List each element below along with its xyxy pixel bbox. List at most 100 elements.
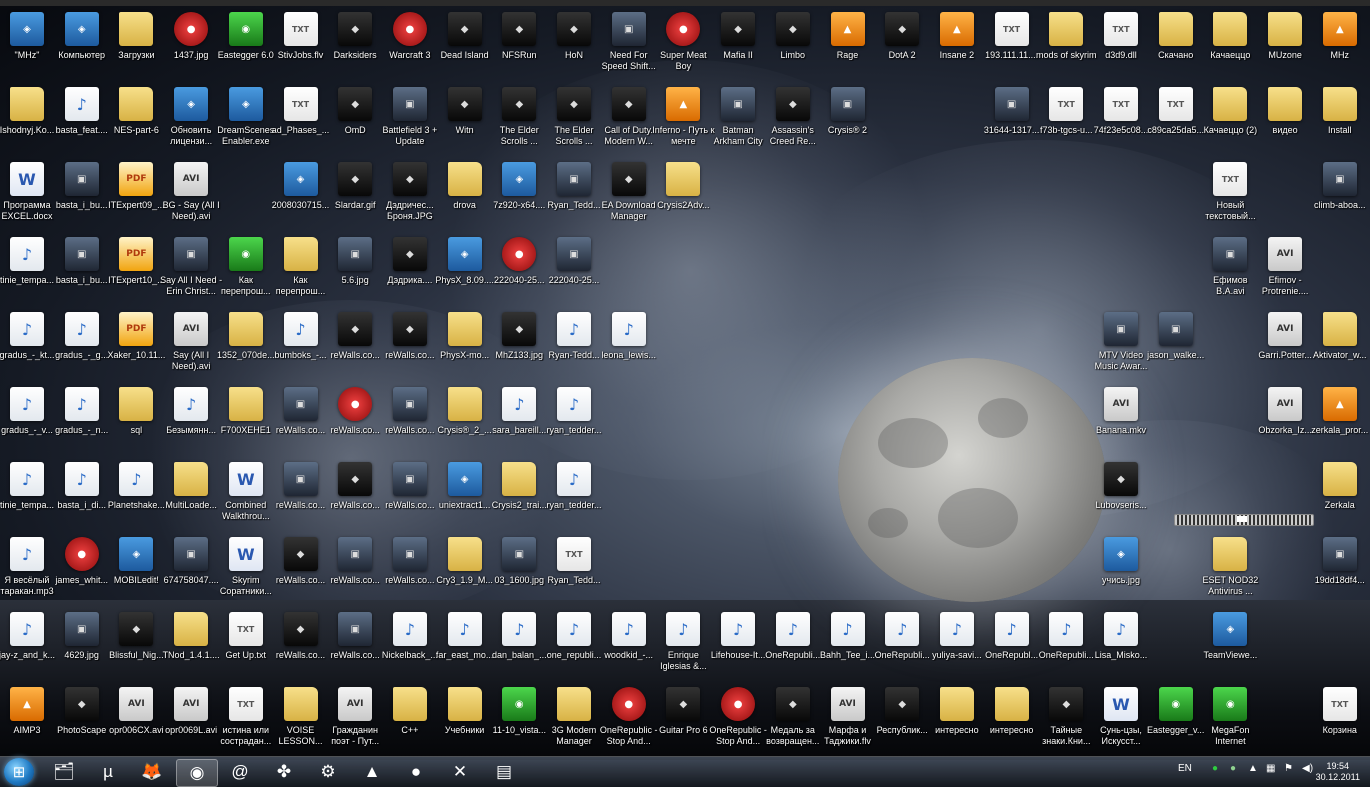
image-icon: ▣	[338, 612, 373, 646]
speaker-icon[interactable]: ◀)	[1302, 763, 1313, 774]
video-icon: ●	[721, 687, 756, 721]
desktop-icon[interactable]: ◆ Lubovseris...	[1089, 462, 1153, 536]
image-icon: ●	[174, 12, 209, 46]
folder-icon	[228, 387, 263, 421]
folder-icon	[119, 387, 154, 421]
desktop-icon-label: climb-aboa...	[1314, 200, 1366, 210]
music-file-icon: ♪	[392, 612, 427, 646]
explorer-icon[interactable]: 🗂	[44, 759, 84, 785]
clock[interactable]: 19:54 30.12.2011	[1316, 761, 1360, 783]
game-icon: ◆	[611, 87, 646, 121]
desktop-icon-label: Aktivator_w...	[1313, 350, 1367, 360]
laptop-icon: ◈	[228, 87, 263, 121]
wallpaper-moon	[838, 358, 1106, 602]
desktop-icon[interactable]: AVI Efimov - Protrenie....	[1253, 237, 1317, 311]
image-icon: ◆	[283, 612, 318, 646]
desktop-icon[interactable]: AVI Banana.mkv	[1089, 387, 1153, 461]
desktop-icon[interactable]: ♪ ryan_tedder...	[542, 387, 606, 461]
desktop-icon[interactable]: ▣ Crysis® 2	[816, 87, 880, 161]
desktop-icon[interactable]: ♪ Lisa_Misko...	[1089, 612, 1153, 686]
folder-icon[interactable]: ▤	[484, 759, 524, 785]
volume-widget[interactable]	[1174, 514, 1314, 526]
folder-icon	[283, 237, 318, 271]
image-icon: ▣	[1322, 537, 1357, 571]
desktop-icon[interactable]: ▣ 19dd18df4...	[1308, 537, 1370, 611]
game-icon: ◆	[721, 12, 756, 46]
utorrent-icon[interactable]: µ	[88, 759, 128, 785]
music-file-icon: ♪	[10, 537, 44, 571]
desktop-icon[interactable]: AVI BG - Say (All I Need).avi	[159, 162, 223, 236]
music-file-icon: ♪	[1049, 612, 1084, 646]
desktop-icon[interactable]: Zerkala	[1308, 462, 1370, 536]
desktop-icon[interactable]: TXT Корзина	[1308, 687, 1370, 761]
folder-icon	[1213, 537, 1248, 571]
tray-icon[interactable]: ▲	[1248, 763, 1258, 774]
desktop-icon[interactable]: ▣ climb-aboa...	[1308, 162, 1370, 236]
pdf-icon: PDF	[119, 162, 154, 196]
tray-icon[interactable]: ●	[1212, 763, 1218, 774]
game-icon: ◆	[338, 87, 373, 121]
opera-icon[interactable]: ●	[396, 759, 436, 785]
desktop-icon[interactable]: TXT Новый текстовый...	[1198, 162, 1262, 236]
video-icon: ▲	[1322, 387, 1357, 421]
folder-icon	[1268, 12, 1303, 46]
puzzle-icon[interactable]: ✤	[264, 759, 304, 785]
desktop-icon[interactable]: ♪ ryan_tedder...	[542, 462, 606, 536]
recycle-bin-icon: TXT	[1322, 687, 1357, 721]
language-indicator[interactable]: EN	[1178, 763, 1192, 774]
folder-icon	[1158, 12, 1193, 46]
image-icon: ◆	[502, 312, 537, 346]
folder-icon	[1322, 87, 1357, 121]
chrome-icon[interactable]: ◉	[176, 759, 218, 787]
volume-knob[interactable]	[1237, 516, 1247, 522]
video-icon: ◆	[775, 687, 810, 721]
desktop-icon[interactable]: ◉ MegaFon Internet	[1198, 687, 1262, 761]
desktop-icon[interactable]: Install	[1308, 87, 1370, 161]
word-doc-icon: W	[1104, 687, 1138, 721]
desktop-icon-label: Lisa_Misko...	[1094, 650, 1148, 660]
flag-icon[interactable]: ⚑	[1284, 763, 1293, 774]
desktop-icon[interactable]: ◈ TeamViewe...	[1198, 612, 1262, 686]
desktop-icon[interactable]: ▲ MHz	[1308, 12, 1370, 86]
desktop-icon[interactable]: ▣ 222040-25...	[542, 237, 606, 311]
network-icon[interactable]: ▦	[1266, 763, 1275, 774]
desktop-icon[interactable]: ▣ jason_walke...	[1144, 312, 1208, 386]
desktop-icon[interactable]: ▲ zerkala_pror...	[1308, 387, 1370, 461]
image-icon: ▣	[64, 237, 99, 271]
folder-icon	[502, 462, 537, 496]
desktop-icon[interactable]: ◈ учись.jpg	[1089, 537, 1153, 611]
mail-agent-icon[interactable]: @	[220, 759, 260, 785]
file-icon: TXT	[1104, 87, 1138, 121]
music-file-icon: ♪	[64, 87, 99, 121]
media-icon[interactable]: ⚙	[308, 759, 348, 785]
desktop-icon[interactable]: Crysis2Adv...	[651, 162, 715, 236]
desktop-icon[interactable]: ESET NOD32 Antivirus ...	[1198, 537, 1262, 611]
music-file-icon: ♪	[10, 612, 44, 646]
image-icon: ◆	[392, 312, 427, 346]
desktop-icon[interactable]: ♪ leona_lewis...	[597, 312, 661, 386]
folder-icon	[174, 462, 209, 496]
desktop-icon[interactable]: Aktivator_w...	[1308, 312, 1370, 386]
folder-icon	[1268, 87, 1303, 121]
tray-icon[interactable]: ●	[1230, 763, 1236, 774]
folder-icon	[1322, 312, 1357, 346]
video-icon: AVI	[119, 687, 154, 721]
video-icon: AVI	[174, 162, 209, 196]
desktop-icon[interactable]: TXT Ryan_Tedd...	[542, 537, 606, 611]
music-file-icon: ♪	[447, 612, 482, 646]
image-icon: ▣	[64, 612, 99, 646]
video-icon: AVI	[174, 687, 209, 721]
music-file-icon: ♪	[64, 387, 99, 421]
xfire-icon[interactable]: ✕	[440, 759, 480, 785]
music-file-icon: ♪	[939, 612, 974, 646]
aimp-icon[interactable]: ▲	[352, 759, 392, 785]
start-button[interactable]: ⊞	[4, 758, 34, 786]
desktop-icon-label: 222040-25...	[548, 275, 600, 285]
game-icon: ◆	[502, 87, 537, 121]
amd-icon: ◉	[502, 687, 537, 721]
firefox-icon[interactable]: 🦊	[132, 759, 172, 785]
image-icon: ◈	[1104, 537, 1138, 571]
desktop-icon-label: Новый текстовый...	[1205, 200, 1256, 221]
desktop-icon-label: Корзина	[1322, 725, 1357, 735]
video-icon: ▣	[1104, 312, 1138, 346]
